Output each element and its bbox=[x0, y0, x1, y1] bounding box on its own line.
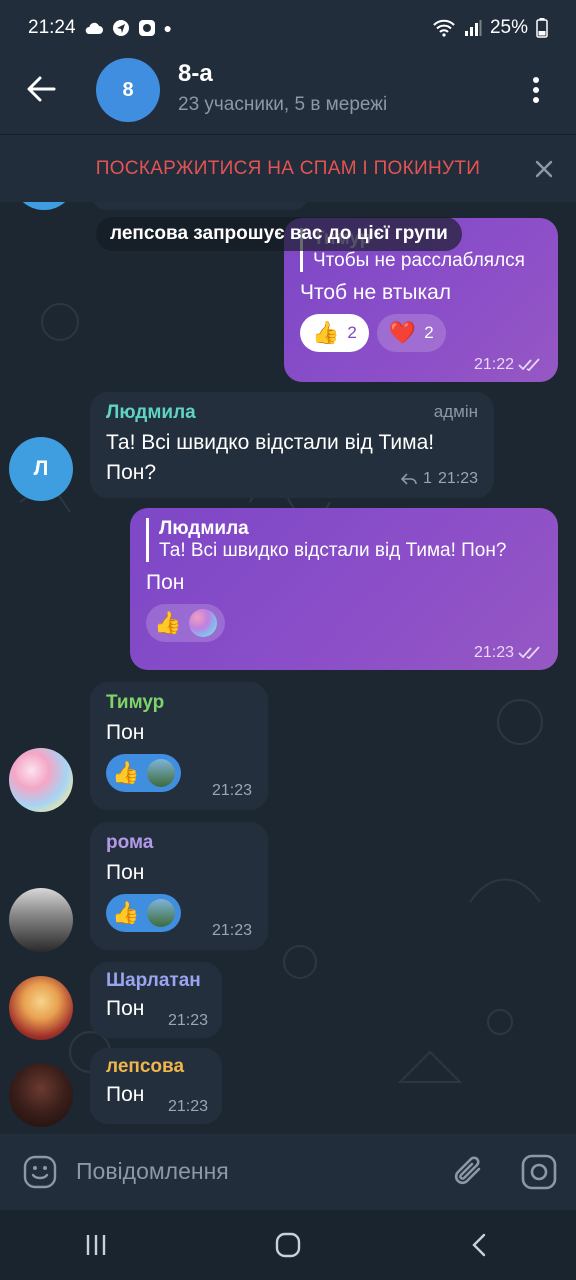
dot-icon: ● bbox=[163, 20, 173, 36]
reply-arrow-icon[interactable] bbox=[401, 472, 417, 486]
app-icon bbox=[138, 20, 155, 36]
message-time: 21:23 bbox=[167, 1012, 208, 1029]
wifi-icon bbox=[433, 19, 455, 37]
recents-icon[interactable] bbox=[83, 1232, 109, 1258]
message-composer: Повідомлення bbox=[0, 1134, 576, 1210]
sender-name[interactable]: Тимур bbox=[106, 692, 252, 714]
battery-percent: 25% bbox=[489, 17, 528, 38]
thumbs-up-icon: 👍 bbox=[112, 900, 140, 925]
avatar-letter: Л bbox=[33, 457, 49, 480]
message-bubble-incoming[interactable]: лепсова Пон 21:23 bbox=[90, 1048, 222, 1124]
double-check-icon bbox=[518, 358, 540, 372]
sender-name[interactable]: Людмила bbox=[106, 402, 196, 424]
message-bubble-outgoing[interactable]: Людмила Та! Всі швидко відстали від Тима… bbox=[130, 508, 558, 670]
status-bar: 21:24 ● 25% bbox=[0, 0, 576, 56]
reactor-avatar bbox=[189, 609, 218, 637]
message-bubble-incoming[interactable]: Людмила адмін Та! Всі швидко відстали ві… bbox=[90, 392, 494, 498]
reaction-thumbs-up[interactable]: 👍 bbox=[146, 604, 226, 642]
status-time: 21:24 bbox=[28, 17, 76, 38]
reaction-thumbs-up[interactable]: 👍 2 bbox=[300, 314, 369, 352]
reactions: 👍 2 ❤️ 2 bbox=[300, 314, 542, 352]
reaction-thumbs-up[interactable]: 👍 bbox=[106, 754, 182, 792]
reply-sender: Людмила bbox=[159, 518, 249, 539]
signal-icon bbox=[464, 20, 482, 36]
service-message: лепсова запрошує вас до цієї групи bbox=[96, 217, 462, 251]
cloud-icon bbox=[85, 22, 103, 34]
message-time: 1 21:23 bbox=[401, 470, 478, 488]
reactor-avatar bbox=[147, 759, 176, 787]
group-avatar[interactable]: 8 bbox=[96, 58, 160, 122]
thumbs-up-icon: 👍 bbox=[312, 320, 340, 345]
close-icon[interactable] bbox=[532, 157, 556, 181]
chat-subtitle: 23 учасники, 5 в мережі bbox=[178, 94, 388, 115]
avatar[interactable] bbox=[9, 888, 73, 952]
reply-text: Чтобы не расслаблялся bbox=[313, 250, 525, 271]
report-spam-bar[interactable]: ПОСКАРЖИТИСЯ НА СПАМ І ПОКИНУТИ bbox=[0, 134, 576, 202]
reply-count: 1 bbox=[423, 470, 432, 487]
message-text: Чтоб не втыкал bbox=[300, 281, 452, 304]
message-time: 21:23 bbox=[211, 922, 252, 939]
double-check-icon bbox=[518, 646, 540, 660]
message-time: 21:23 bbox=[167, 1098, 208, 1115]
system-navigation-bar bbox=[0, 1210, 576, 1280]
message-list[interactable]: Тимур Чтобы не расслаблялся Чтоб не втык… bbox=[0, 202, 576, 1132]
reply-quote[interactable]: Людмила Та! Всі швидко відстали від Тима… bbox=[146, 518, 542, 562]
avatar[interactable] bbox=[9, 976, 73, 1040]
chat-title[interactable]: 8-а bbox=[178, 60, 213, 88]
battery-icon bbox=[536, 18, 548, 38]
message-text: Пон bbox=[146, 571, 185, 594]
reaction-heart[interactable]: ❤️ 2 bbox=[376, 314, 446, 352]
location-icon bbox=[112, 20, 129, 36]
partial-bubble bbox=[90, 202, 310, 210]
admin-badge: адмін bbox=[433, 402, 478, 421]
reaction-count: 2 bbox=[347, 323, 357, 342]
reply-text: Та! Всі швидко відстали від Тима! Пон? bbox=[159, 540, 507, 561]
avatar[interactable] bbox=[9, 1063, 73, 1127]
back-icon[interactable] bbox=[467, 1232, 493, 1258]
message-input[interactable]: Повідомлення bbox=[76, 1158, 229, 1185]
message-bubble-incoming[interactable]: рома Пон 👍 21:23 bbox=[90, 822, 268, 950]
camera-icon[interactable] bbox=[520, 1153, 558, 1191]
thumbs-up-icon: 👍 bbox=[112, 760, 140, 785]
message-time: 21:23 bbox=[474, 644, 542, 662]
thumbs-up-icon: 👍 bbox=[154, 610, 182, 635]
message-bubble-incoming[interactable]: Тимур Пон 👍 21:23 bbox=[90, 682, 268, 810]
message-time: 21:22 bbox=[474, 356, 542, 374]
sender-name[interactable]: лепсова bbox=[106, 1056, 206, 1078]
home-icon[interactable] bbox=[274, 1231, 302, 1259]
sender-name[interactable]: Шарлатан bbox=[106, 970, 206, 992]
more-menu-icon[interactable] bbox=[518, 70, 554, 110]
emoji-icon[interactable] bbox=[22, 1154, 58, 1190]
message-text: Пон bbox=[106, 861, 145, 884]
chat-header: 8 8-а 23 учасники, 5 в мережі bbox=[0, 56, 576, 134]
heart-icon: ❤️ bbox=[388, 320, 417, 345]
message-time: 21:23 bbox=[211, 782, 252, 799]
avatar[interactable] bbox=[9, 748, 73, 812]
message-bubble-incoming[interactable]: Шарлатан Пон 21:23 bbox=[90, 962, 222, 1038]
message-text: Пон bbox=[106, 721, 145, 744]
reaction-count: 2 bbox=[424, 323, 434, 342]
back-arrow-icon[interactable] bbox=[24, 72, 58, 106]
sender-name[interactable]: рома bbox=[106, 832, 252, 854]
reactions: 👍 bbox=[146, 604, 542, 642]
reactor-avatar bbox=[147, 899, 176, 927]
report-spam-button[interactable]: ПОСКАРЖИТИСЯ НА СПАМ І ПОКИНУТИ bbox=[96, 158, 480, 180]
avatar[interactable]: Л bbox=[9, 437, 73, 501]
attach-icon[interactable] bbox=[452, 1153, 486, 1191]
reaction-thumbs-up[interactable]: 👍 bbox=[106, 894, 182, 932]
